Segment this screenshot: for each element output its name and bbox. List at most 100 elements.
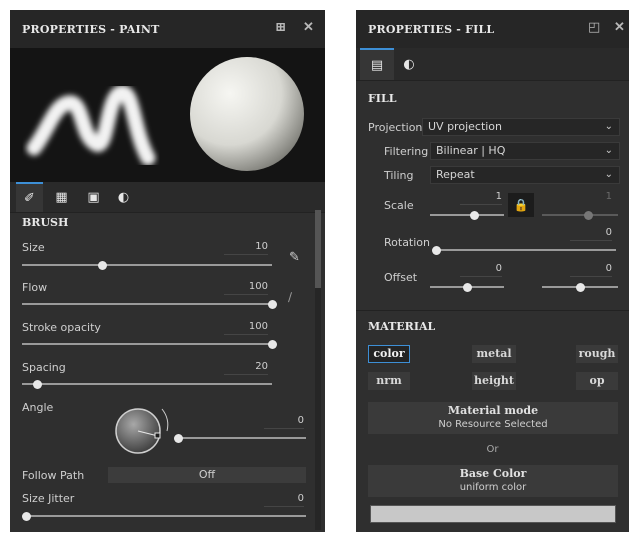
offset-slider-2-knob[interactable] [576,283,585,292]
lock-icon: 🔒 [513,198,529,212]
properties-paint-panel: PROPERTIES - PAINT ⊞ ✕ ✐ ▦ ▣ ◐ BRUSH Siz… [10,10,325,532]
stencil-tab[interactable]: ▣ [80,182,107,212]
close-icon[interactable]: ✕ [614,21,625,35]
channel-op-button[interactable]: op [576,372,618,390]
panel-title: PROPERTIES - FILL [368,23,495,36]
fill-properties-icon: ▤ [370,57,384,73]
brush-tab[interactable]: ✐ [16,182,43,212]
spacing-slider[interactable] [22,380,272,389]
material-tab[interactable]: ◐ [110,182,137,212]
channel-nrm-button[interactable]: nrm [368,372,410,390]
size-jitter-slider[interactable] [22,512,306,521]
paint-scrollbar-thumb[interactable] [315,210,321,288]
section-divider [356,310,629,311]
offset-value-2[interactable]: 0 [570,263,612,274]
offset-slider-knob[interactable] [463,283,472,292]
scale-value-locked: 1 [605,191,612,202]
angle-slider[interactable] [174,434,306,443]
channel-rough-button[interactable]: rough [576,345,618,363]
scale-value[interactable]: 1 [460,191,502,202]
flow-slider-knob[interactable] [268,300,277,309]
brush-stroke-preview [26,85,156,166]
base-color-button[interactable]: Base Color uniform color [368,465,618,497]
filtering-dropdown[interactable]: Bilinear | HQ ⌄ [430,142,620,160]
chevron-down-icon: ⌄ [604,121,613,132]
stroke-opacity-slider[interactable] [22,340,277,349]
material-mode-title: Material mode [447,404,539,417]
angle-value[interactable]: 0 [264,415,304,426]
size-label: Size [22,241,45,254]
material-mode-subtitle: No Resource Selected [438,419,548,430]
channel-color-button[interactable]: color [368,345,410,363]
offset-slider-2[interactable] [542,283,618,292]
dock-icon[interactable]: ◰ [588,21,600,35]
angle-dial[interactable] [110,403,174,459]
pen-pressure-off-icon[interactable]: ∕ [288,290,292,304]
rotation-slider-knob[interactable] [432,246,441,255]
base-color-subtitle: uniform color [459,482,527,493]
follow-path-label: Follow Path [22,469,85,482]
offset-label: Offset [384,271,418,284]
flow-value[interactable]: 100 [224,281,268,292]
material-section-title: MATERIAL [368,320,436,333]
fill-titlebar: PROPERTIES - FILL ◰ ✕ [356,10,629,48]
offset-value[interactable]: 0 [460,263,502,274]
material-icon: ◐ [117,189,130,205]
offset-value-underline [460,276,502,277]
angle-slider-knob[interactable] [174,434,183,443]
scale-slider[interactable] [430,211,504,220]
close-icon[interactable]: ✕ [303,21,314,35]
spacing-value[interactable]: 20 [224,361,268,372]
brush-icon: ✐ [24,190,35,206]
chevron-down-icon: ⌄ [604,169,613,180]
tiling-dropdown[interactable]: Repeat ⌄ [430,166,620,184]
stencil-icon: ▣ [87,189,100,205]
follow-path-toggle[interactable]: Off [108,467,306,483]
tiling-value: Repeat [436,168,475,181]
fill-tabbar: ▤ ◐ [356,48,629,81]
paint-scrollbar[interactable] [315,210,321,530]
size-jitter-value-underline [264,506,304,507]
flow-label: Flow [22,281,48,294]
channel-height-button[interactable]: height [472,372,516,390]
brush-preview-graphic [26,57,304,171]
rotation-slider[interactable] [432,246,616,255]
offset-value-2-underline [570,276,612,277]
flow-slider[interactable] [22,300,277,309]
stroke-opacity-slider-knob[interactable] [268,340,277,349]
size-jitter-value[interactable]: 0 [264,493,304,504]
spacing-slider-knob[interactable] [33,380,42,389]
paint-tabbar: ✐ ▦ ▣ ◐ [10,182,325,213]
fill-properties-tab[interactable]: ▤ [360,48,394,80]
offset-slider[interactable] [430,283,504,292]
spacing-label: Spacing [22,361,66,374]
scale-slider-knob[interactable] [470,211,480,220]
rotation-label: Rotation [384,236,431,249]
stroke-opacity-value[interactable]: 100 [224,321,268,332]
scale-label: Scale [384,199,414,212]
filtering-value: Bilinear | HQ [436,144,506,157]
brush-preview [10,48,325,182]
size-slider-knob[interactable] [98,261,107,270]
scale-value-underline [460,204,502,205]
fill-section-title: FILL [368,92,397,105]
properties-fill-panel: PROPERTIES - FILL ◰ ✕ ▤ ◐ FILL Projectio… [356,10,629,532]
material-mode-button[interactable]: Material mode No Resource Selected [368,402,618,434]
alpha-tab[interactable]: ▦ [48,182,75,212]
projection-value: UV projection [428,120,503,133]
base-color-swatch[interactable] [370,505,616,523]
base-color-title: Base Color [459,467,527,480]
size-slider[interactable] [22,261,272,270]
pen-pressure-icon[interactable]: ✎ [289,250,300,265]
material-icon: ◐ [403,56,415,72]
projection-dropdown[interactable]: UV projection ⌄ [422,118,620,136]
scale-lock-button[interactable]: 🔒 [508,193,534,217]
rotation-value[interactable]: 0 [570,227,612,238]
fill-material-tab[interactable]: ◐ [394,48,424,80]
alpha-icon: ▦ [55,189,68,205]
size-jitter-slider-knob[interactable] [22,512,31,521]
dock-icon[interactable]: ⊞ [275,21,286,35]
channel-metal-button[interactable]: metal [472,345,516,363]
filtering-label: Filtering [384,145,429,158]
size-value[interactable]: 10 [224,241,268,252]
